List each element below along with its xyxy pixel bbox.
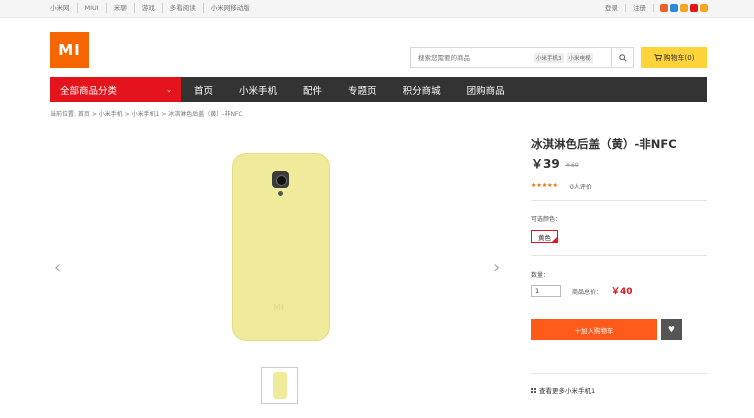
search-input[interactable] <box>411 53 531 62</box>
coin-icon[interactable] <box>700 4 708 12</box>
search-tag[interactable]: 小米手机3 <box>534 52 564 63</box>
site-link-games[interactable]: 游戏 <box>133 3 162 13</box>
divider <box>531 200 707 201</box>
color-option-label: 黄色 <box>538 233 551 242</box>
color-option-yellow[interactable]: 黄色 <box>531 230 558 243</box>
original-price: ￥69 <box>565 162 579 169</box>
total-price: ￥40 <box>611 287 633 297</box>
favorite-button[interactable]: ♥ <box>661 319 682 340</box>
product-thumbnail[interactable] <box>261 367 298 404</box>
login-link[interactable]: 登录 <box>598 3 625 13</box>
nav-item-phones[interactable]: 小米手机 <box>239 83 277 97</box>
divider <box>653 4 654 12</box>
quantity-label: 数量： <box>531 272 550 279</box>
divider <box>531 373 707 374</box>
search-tag[interactable]: 小米电视 <box>566 52 593 63</box>
nav-item-accessories[interactable]: 配件 <box>303 83 322 97</box>
flash <box>278 191 283 196</box>
add-to-cart-button[interactable]: 十加入购物车 <box>531 319 657 340</box>
nav-item-home[interactable]: 首页 <box>194 83 213 97</box>
divider <box>531 255 707 256</box>
grid-icon <box>531 387 536 393</box>
site-link-miui[interactable]: MIUI <box>76 3 106 13</box>
site-link-duokan[interactable]: 多看阅读 <box>161 3 203 13</box>
cart-label: 购物车(0) <box>663 53 695 62</box>
weibo-icon[interactable] <box>660 4 668 12</box>
site-link-miliao[interactable]: 米聊 <box>105 3 134 13</box>
chevron-right-icon[interactable]: › <box>493 259 500 277</box>
thumbnail-image <box>273 372 287 399</box>
site-link-xiaomi[interactable]: 小米网 <box>50 3 77 13</box>
heart-icon: ♥ <box>667 325 676 334</box>
search-icon <box>618 53 627 62</box>
nav-item-points-mall[interactable]: 积分商城 <box>403 83 441 97</box>
more-products-link[interactable]: 查看更多小米手机1 <box>531 385 595 395</box>
nav-item-topics[interactable]: 专题页 <box>348 83 377 97</box>
chevron-left-icon[interactable]: ‹ <box>54 259 61 277</box>
quantity-input[interactable] <box>531 285 561 297</box>
mi-back-logo: MI <box>273 303 284 312</box>
color-label: 可选颜色： <box>531 216 562 223</box>
gift-icon[interactable] <box>690 4 698 12</box>
cart-icon <box>653 54 662 61</box>
site-link-mobile[interactable]: 小米网移动版 <box>202 3 257 13</box>
account-links: 登录 注册 <box>598 3 708 13</box>
qq-icon[interactable] <box>670 4 678 12</box>
site-links: 小米网 MIUI 米聊 游戏 多看阅读 小米网移动版 <box>50 3 257 13</box>
total-label: 商品总价： <box>572 289 603 296</box>
shield-icon[interactable] <box>680 4 688 12</box>
rating-stars: ★★★★★ <box>531 182 558 189</box>
main-nav: 全部商品分类 ⌄ 首页 小米手机 配件 专题页 积分商城 团购商品 <box>50 77 707 102</box>
chevron-down-icon: ⌄ <box>166 85 172 94</box>
social-icons <box>660 4 708 12</box>
mi-logo[interactable]: MI <box>50 32 89 68</box>
search-button[interactable] <box>611 48 633 67</box>
review-count[interactable]: 0人评价 <box>570 182 592 191</box>
camera-lens <box>272 171 289 188</box>
more-products-label: 查看更多小米手机1 <box>539 387 596 395</box>
cart-button[interactable]: 购物车(0) <box>641 47 707 68</box>
category-menu[interactable]: 全部商品分类 ⌄ <box>50 77 181 102</box>
product-title: 冰淇淋色后盖（黄）-非NFC <box>531 137 677 151</box>
breadcrumb[interactable]: 当前位置: 首页 > 小米手机 > 小米手机1 > 冰淇淋色后盖（黄）-非NFC <box>50 109 243 118</box>
product-price: ￥39 <box>531 157 560 171</box>
top-bar: 小米网 MIUI 米聊 游戏 多看阅读 小米网移动版 登录 注册 <box>0 0 754 18</box>
nav-item-group-buy[interactable]: 团购商品 <box>467 83 505 97</box>
category-label: 全部商品分类 <box>60 85 118 97</box>
product-image[interactable]: MI <box>232 153 330 341</box>
register-link[interactable]: 注册 <box>626 3 653 13</box>
search-box: 小米手机3 小米电视 <box>410 47 634 68</box>
